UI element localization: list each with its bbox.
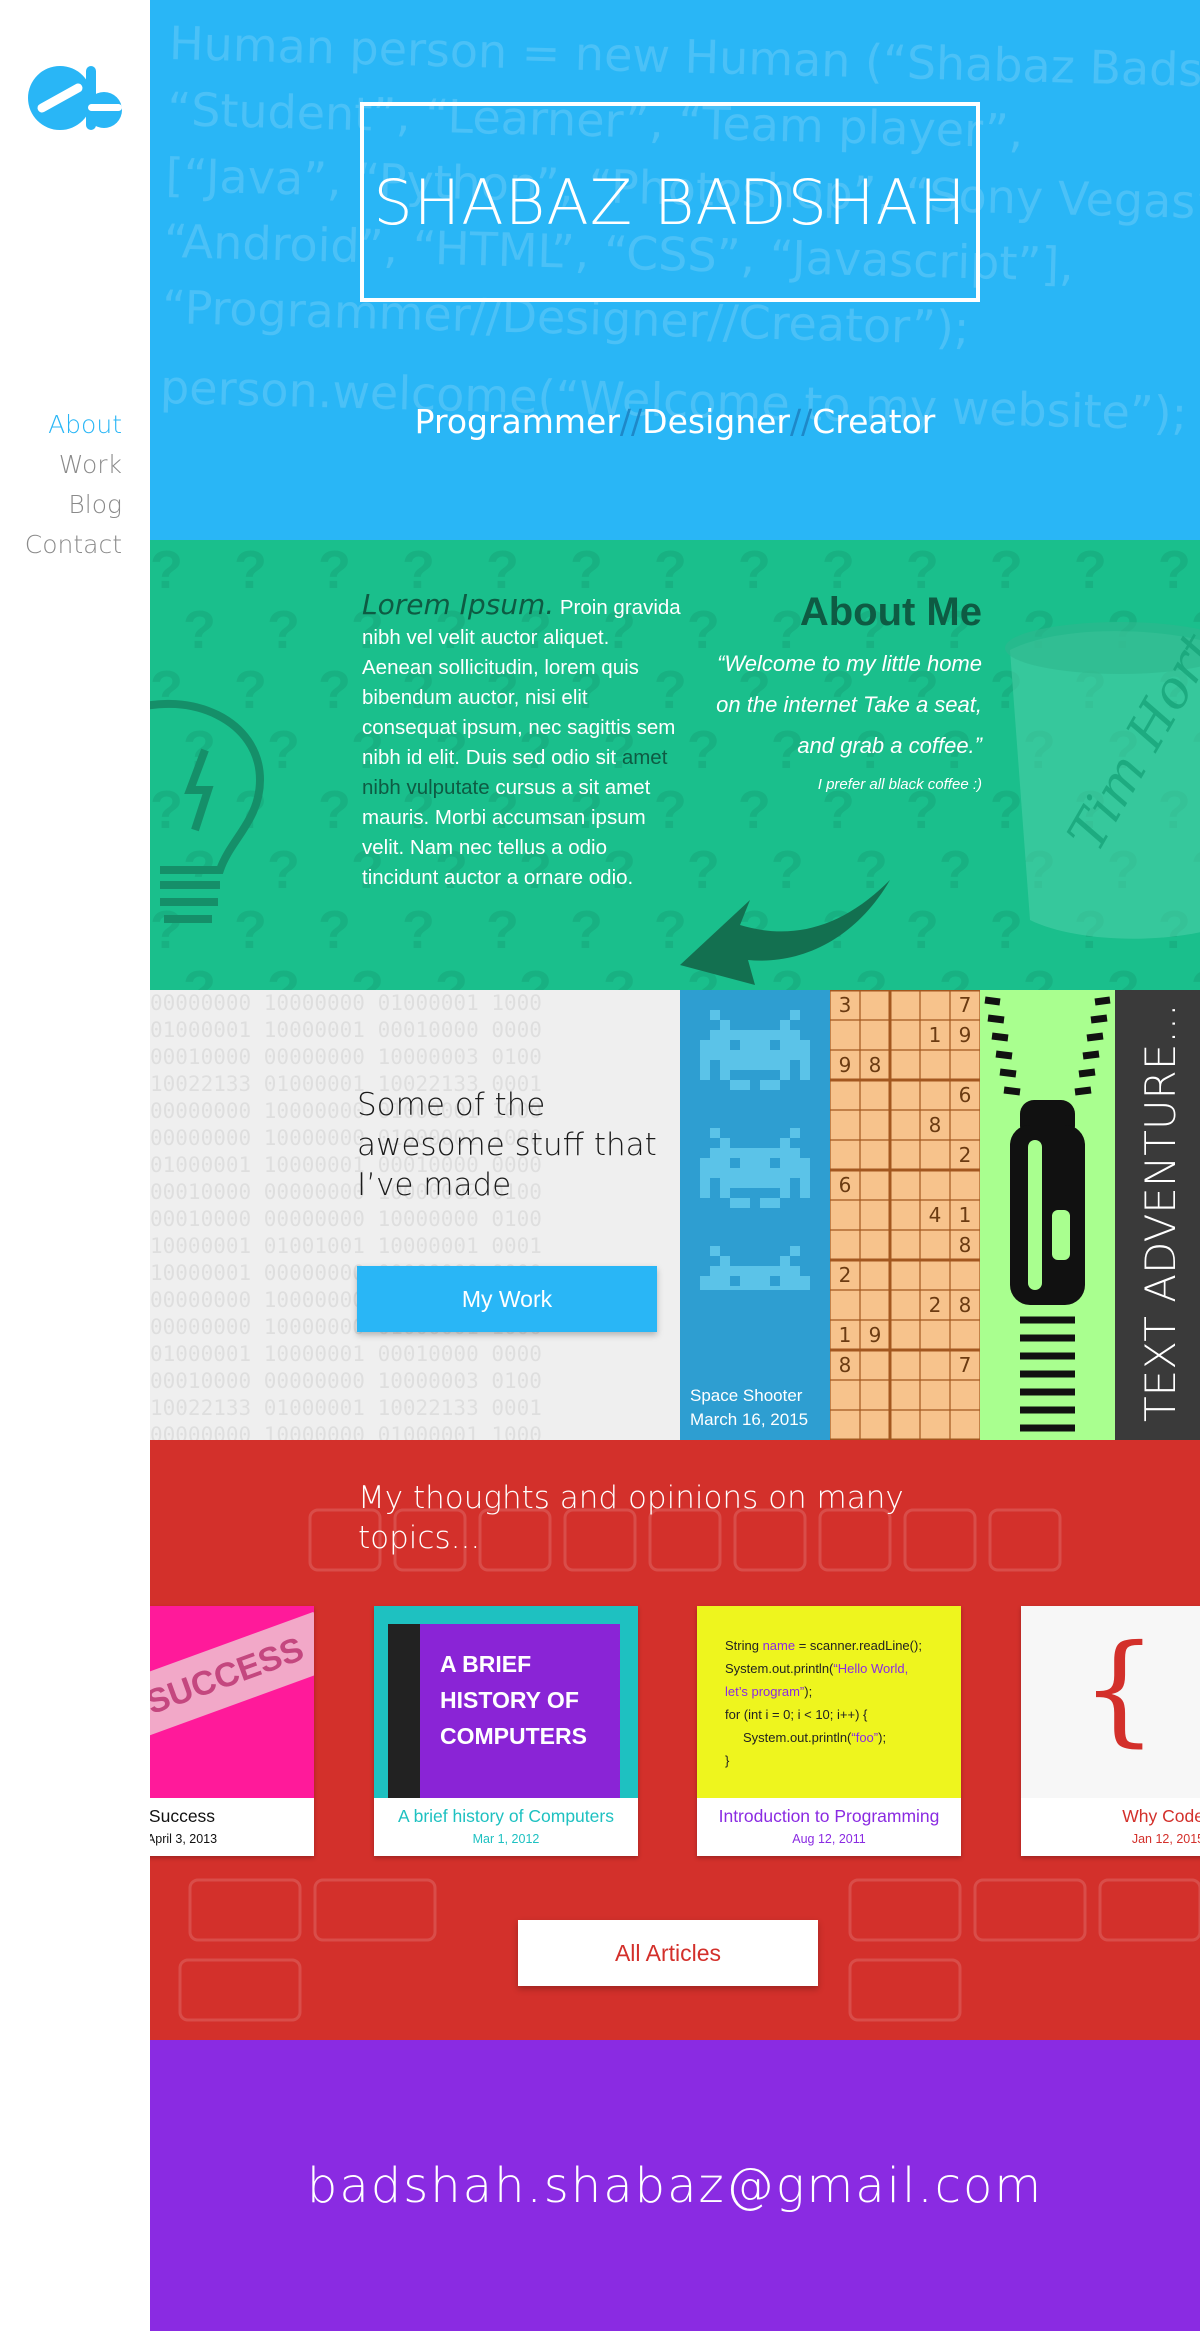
about-quote: “Welcome to my little home on the intern… bbox=[716, 651, 982, 758]
hero-name: SHABAZ BADSHAH bbox=[373, 165, 967, 239]
arrow-icon bbox=[680, 880, 890, 985]
contact-email-link[interactable]: badshah.shabaz@gmail.com bbox=[150, 2158, 1200, 2214]
code-line: System.out.println(“foo”); bbox=[743, 1730, 887, 1745]
nav-about-link[interactable]: About bbox=[25, 405, 122, 445]
all-articles-button[interactable]: All Articles bbox=[518, 1920, 818, 1986]
article-card-intro-programming[interactable]: String name = scanner.readLine(); System… bbox=[697, 1606, 961, 1856]
main-nav: About Work Blog Contact bbox=[25, 405, 122, 565]
hero-name-box: SHABAZ BADSHAH bbox=[360, 102, 980, 302]
article-date: Mar 1, 2012 bbox=[472, 1832, 540, 1846]
space-invader-icon bbox=[700, 1010, 810, 1326]
tagline-programmer: Programmer bbox=[414, 402, 620, 441]
tagline-creator: Creator bbox=[812, 402, 936, 441]
main-content: Human person = new Human (“Shabaz Badsha… bbox=[150, 0, 1200, 2331]
sudoku-number: 1 bbox=[839, 1323, 852, 1347]
text-adventure-label: TEXT ADVENTURE... bbox=[1136, 1003, 1185, 1422]
hero-tagline: Programmer//Designer//Creator bbox=[150, 402, 1200, 441]
article-card-why-code[interactable]: { } Why Code? Jan 12, 2015 bbox=[1021, 1606, 1200, 1856]
braces-icon: { } bbox=[1081, 1620, 1200, 1759]
sudoku-number: 1 bbox=[929, 1023, 942, 1047]
lightbulb-icon bbox=[150, 699, 265, 923]
space-shooter-date: March 16, 2015 bbox=[690, 1410, 809, 1429]
code-snippet-image: String name = scanner.readLine(); System… bbox=[697, 1606, 961, 1798]
sudoku-number: 7 bbox=[959, 993, 972, 1017]
about-title: About Me bbox=[799, 590, 982, 634]
binary-pattern: 00000000 10000000 01000001 1000 01000001… bbox=[150, 991, 542, 1440]
article-date: April 3, 2013 bbox=[150, 1832, 218, 1846]
code-line: String name = scanner.readLine(); bbox=[725, 1638, 922, 1653]
logo-icon[interactable] bbox=[28, 62, 124, 134]
sudoku-number: 7 bbox=[959, 1353, 972, 1377]
tagline-separator: // bbox=[789, 402, 813, 441]
sudoku-number: 3 bbox=[839, 993, 852, 1017]
sudoku-number: 4 bbox=[929, 1203, 942, 1227]
article-title: Success bbox=[150, 1806, 216, 1826]
sidebar: About Work Blog Contact bbox=[0, 0, 150, 2331]
project-tile-zipper[interactable] bbox=[980, 990, 1115, 1440]
code-line: for (int i = 0; i < 10; i++) { bbox=[725, 1707, 868, 1722]
sudoku-number: 9 bbox=[959, 1023, 972, 1047]
sudoku-number: 1 bbox=[959, 1203, 972, 1227]
success-banner: SUCCESS bbox=[150, 1611, 314, 1741]
article-date: Aug 12, 2011 bbox=[792, 1832, 866, 1846]
sudoku-number: 8 bbox=[929, 1113, 942, 1137]
sudoku-number: 9 bbox=[869, 1323, 882, 1347]
article-image: SUCCESS bbox=[150, 1606, 314, 1798]
nav-work-link[interactable]: Work bbox=[25, 445, 122, 485]
project-tile-space-shooter[interactable]: Space Shooter March 16, 2015 bbox=[680, 990, 830, 1440]
sudoku-number: 8 bbox=[959, 1293, 972, 1317]
about-lorem-heading: Lorem Ipsum. bbox=[362, 588, 555, 621]
about-body-text: Proin gravida nibh vel velit auctor aliq… bbox=[362, 596, 681, 769]
blog-section: My thoughts and opinions on many topics.… bbox=[150, 1440, 1200, 2040]
article-card-success[interactable]: SUCCESS Success April 3, 2013 bbox=[150, 1606, 314, 1856]
my-work-button[interactable]: My Work bbox=[357, 1266, 657, 1332]
work-heading: Some of the awesome stuff that I’ve made bbox=[357, 1087, 657, 1203]
zipper-icon bbox=[984, 996, 1111, 1432]
sudoku-number: 2 bbox=[959, 1143, 972, 1167]
article-title: A brief history of Computers bbox=[398, 1806, 614, 1826]
sudoku-number: 8 bbox=[839, 1353, 852, 1377]
project-tile-text-adventure[interactable]: TEXT ADVENTURE... bbox=[1115, 990, 1200, 1440]
space-shooter-caption: Space Shooter March 16, 2015 bbox=[690, 1384, 808, 1432]
sudoku-number: 6 bbox=[839, 1173, 852, 1197]
article-date: Jan 12, 2015 bbox=[1131, 1832, 1200, 1846]
sudoku-number: 8 bbox=[959, 1233, 972, 1257]
nav-blog-link[interactable]: Blog bbox=[25, 485, 122, 525]
code-line: } bbox=[725, 1753, 730, 1768]
hero-section: Human person = new Human (“Shabaz Badsha… bbox=[150, 0, 1200, 540]
contact-section: badshah.shabaz@gmail.com bbox=[150, 2040, 1200, 2331]
article-title: Why Code? bbox=[1122, 1806, 1200, 1826]
sudoku-number: 8 bbox=[869, 1053, 882, 1077]
article-card-brief-history[interactable]: A BRIEF HISTORY OF COMPUTERS A brief his… bbox=[374, 1606, 638, 1856]
article-image: A BRIEF HISTORY OF COMPUTERS bbox=[374, 1606, 638, 1798]
sudoku-number: 2 bbox=[839, 1263, 852, 1287]
sudoku-number: 6 bbox=[959, 1083, 972, 1107]
about-intro: About Me “Welcome to my little home on t… bbox=[690, 590, 982, 793]
sudoku-grid-icon: 3 71 99 868264 1822 81 98 7 bbox=[830, 990, 980, 1440]
work-section: 00000000 10000000 01000001 1000 01000001… bbox=[150, 990, 1200, 1440]
tagline-separator: // bbox=[619, 402, 643, 441]
article-image: { } bbox=[1021, 1606, 1200, 1798]
about-section: ? ? ? ? ? ? ? ? ? ? ? ? ? ? ? ? ? ? ? ? … bbox=[150, 540, 1200, 990]
about-note: I prefer all black coffee :) bbox=[817, 776, 982, 793]
sudoku-number: 2 bbox=[929, 1293, 942, 1317]
project-tile-sudoku[interactable]: 37199868264182281987 bbox=[830, 990, 980, 1440]
about-body: Lorem Ipsum. Proin gravida nibh vel veli… bbox=[362, 590, 682, 893]
article-title: Introduction to Programming bbox=[718, 1806, 940, 1826]
sudoku-number: 9 bbox=[839, 1053, 852, 1077]
code-line: System.out.println(“Hello World, let’s p… bbox=[725, 1661, 909, 1699]
nav-contact-link[interactable]: Contact bbox=[25, 525, 122, 565]
tagline-designer: Designer bbox=[642, 402, 790, 441]
blog-heading: My thoughts and opinions on many topics.… bbox=[358, 1480, 904, 1556]
book-cover-text: A BRIEF HISTORY OF COMPUTERS bbox=[420, 1624, 620, 1798]
space-shooter-title: Space Shooter bbox=[690, 1386, 803, 1405]
coffee-cup-icon: Tim Hortons bbox=[1005, 610, 1200, 939]
